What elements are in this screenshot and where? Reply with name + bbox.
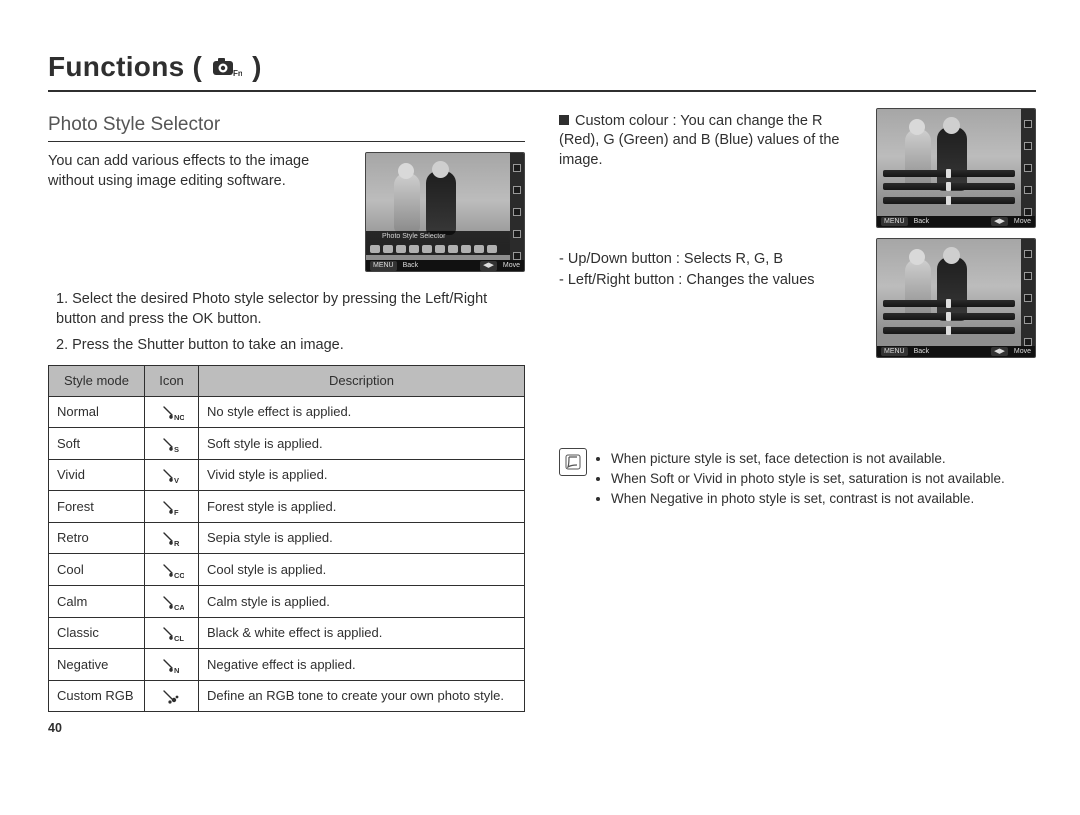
style-icon: CO <box>145 554 199 586</box>
shot3-move: Move <box>1014 347 1031 356</box>
table-row: Custom RGB Define an RGB tone to create … <box>49 680 525 712</box>
note-icon <box>559 448 587 476</box>
cell-desc: Black & white effect is applied. <box>199 617 525 649</box>
style-icon: R <box>145 522 199 554</box>
cell-desc: Forest style is applied. <box>199 491 525 523</box>
section-title: Photo Style Selector <box>48 112 525 138</box>
svg-text:CL: CL <box>174 634 184 642</box>
shot2-move: Move <box>1014 217 1031 226</box>
note-3: When Negative in photo style is set, con… <box>611 490 1005 508</box>
cell-desc: Negative effect is applied. <box>199 649 525 681</box>
page-heading: Functions ( Fn ) <box>48 48 1036 86</box>
style-table: Style mode Icon Description Normal NOR N… <box>48 365 525 712</box>
style-icon <box>145 680 199 712</box>
style-icon: S <box>145 428 199 460</box>
cell-mode: Calm <box>49 586 145 618</box>
screenshot-custom-colour-2: MENU Back ◀▶ Move <box>876 238 1036 358</box>
table-row: Forest F Forest style is applied. <box>49 491 525 523</box>
step-1: 1. Select the desired Photo style select… <box>56 290 525 329</box>
svg-text:CA: CA <box>174 603 184 611</box>
table-row: Vivid V Vivid style is applied. <box>49 459 525 491</box>
th-icon: Icon <box>145 366 199 397</box>
style-icon: F <box>145 491 199 523</box>
cell-desc: Sepia style is applied. <box>199 522 525 554</box>
screenshot-overlay-label: Photo Style Selector <box>366 231 510 243</box>
screenshot-side-icons <box>510 153 524 271</box>
cell-desc: Define an RGB tone to create your own ph… <box>199 680 525 712</box>
custom-colour-text: Custom colour : You can change the R (Re… <box>559 112 858 171</box>
style-icon: NOR <box>145 396 199 428</box>
cell-desc: Cool style is applied. <box>199 554 525 586</box>
cell-mode: Normal <box>49 396 145 428</box>
screenshot-back-label: Back <box>403 261 419 270</box>
th-mode: Style mode <box>49 366 145 397</box>
cell-mode: Forest <box>49 491 145 523</box>
screenshot-photo-style-selector: Photo Style Selector MENU Back ◀▶ Move <box>365 152 525 272</box>
svg-text:NOR: NOR <box>174 413 184 421</box>
heading-rule <box>48 90 1036 92</box>
screenshot-custom-colour-1: MENU Back ◀▶ Move <box>876 108 1036 228</box>
heading-text-open: Functions ( <box>48 48 202 86</box>
shot3-back: Back <box>914 347 930 356</box>
svg-text:F: F <box>174 508 179 516</box>
table-row: Cool CO Cool style is applied. <box>49 554 525 586</box>
screenshot-style-icons <box>366 243 510 255</box>
table-row: Calm CA Calm style is applied. <box>49 586 525 618</box>
cell-desc: Soft style is applied. <box>199 428 525 460</box>
table-row: Negative N Negative effect is applied. <box>49 649 525 681</box>
cell-mode: Cool <box>49 554 145 586</box>
note-box: When picture style is set, face detectio… <box>559 448 1036 511</box>
svg-text:CO: CO <box>174 571 184 579</box>
step-2: 2. Press the Shutter button to take an i… <box>56 336 525 356</box>
bullet-square-icon <box>559 115 569 125</box>
table-row: Classic CL Black & white effect is appli… <box>49 617 525 649</box>
svg-text:Fn: Fn <box>233 69 242 78</box>
svg-text:R: R <box>174 539 180 547</box>
rgb-sliders <box>883 167 1015 207</box>
svg-text:S: S <box>174 445 179 453</box>
camera-fn-icon: Fn <box>212 56 242 78</box>
screenshot-move-label: Move <box>503 261 520 270</box>
shot2-back: Back <box>914 217 930 226</box>
table-row: Soft S Soft style is applied. <box>49 428 525 460</box>
cell-mode: Classic <box>49 617 145 649</box>
section-rule <box>48 141 525 142</box>
page-number: 40 <box>48 720 525 737</box>
table-row: Retro R Sepia style is applied. <box>49 522 525 554</box>
cell-mode: Retro <box>49 522 145 554</box>
cell-mode: Custom RGB <box>49 680 145 712</box>
intro-text: You can add various effects to the image… <box>48 152 345 191</box>
style-icon: CL <box>145 617 199 649</box>
table-row: Normal NOR No style effect is applied. <box>49 396 525 428</box>
cell-mode: Soft <box>49 428 145 460</box>
svg-text:V: V <box>174 476 179 484</box>
note-1: When picture style is set, face detectio… <box>611 450 1005 468</box>
note-2: When Soft or Vivid in photo style is set… <box>611 470 1005 488</box>
cell-mode: Vivid <box>49 459 145 491</box>
cell-desc: Vivid style is applied. <box>199 459 525 491</box>
cell-desc: Calm style is applied. <box>199 586 525 618</box>
svg-text:N: N <box>174 666 179 674</box>
style-icon: CA <box>145 586 199 618</box>
heading-text-close: ) <box>252 48 262 86</box>
style-icon: V <box>145 459 199 491</box>
style-icon: N <box>145 649 199 681</box>
cell-mode: Negative <box>49 649 145 681</box>
screenshot-back-chip: MENU <box>370 261 397 270</box>
th-desc: Description <box>199 366 525 397</box>
cell-desc: No style effect is applied. <box>199 396 525 428</box>
